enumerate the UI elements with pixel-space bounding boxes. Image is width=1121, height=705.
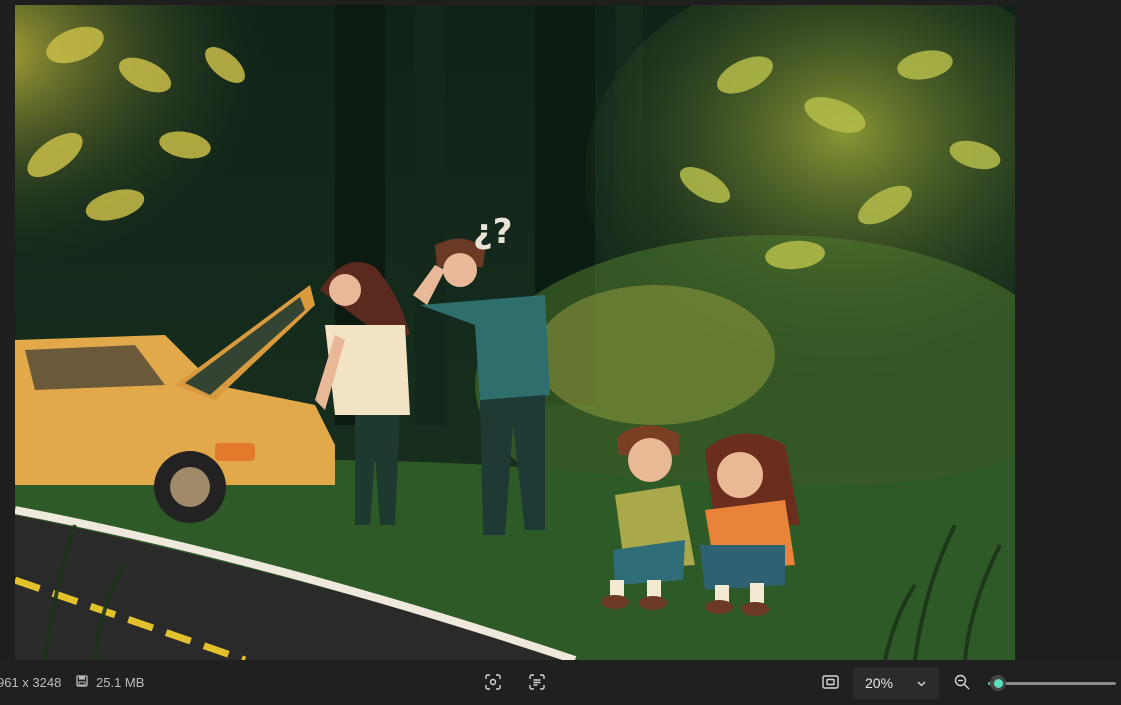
actual-size-button[interactable] — [815, 668, 845, 698]
fit-to-screen-button[interactable] — [478, 668, 508, 698]
image-viewer: ¿? — [0, 0, 1121, 660]
zoom-level-value: 20% — [865, 675, 894, 691]
file-size: 25.1 MB — [96, 675, 145, 690]
text-scan-button[interactable] — [522, 668, 552, 698]
zoom-slider-track — [988, 682, 1116, 685]
zoom-level-dropdown[interactable]: 20% — [853, 667, 939, 699]
illustration-image: ¿? — [15, 5, 1015, 660]
status-bar: 961 x 3248 25.1 MB 20% — [0, 660, 1121, 705]
text-scan-icon — [529, 673, 545, 693]
save-disk-icon — [76, 675, 88, 690]
chevron-down-icon — [916, 676, 927, 692]
fit-to-screen-icon — [485, 673, 501, 693]
zoom-slider[interactable] — [988, 674, 1116, 692]
zoom-out-icon — [954, 674, 970, 693]
zoom-out-button[interactable] — [947, 668, 977, 698]
actual-size-icon — [821, 674, 839, 692]
svg-text:¿?: ¿? — [473, 212, 512, 252]
file-size-group: 25.1 MB — [76, 660, 144, 705]
zoom-slider-thumb[interactable] — [990, 675, 1007, 691]
image-canvas[interactable]: ¿? — [15, 5, 1015, 660]
image-dimensions: 961 x 3248 — [0, 675, 62, 690]
